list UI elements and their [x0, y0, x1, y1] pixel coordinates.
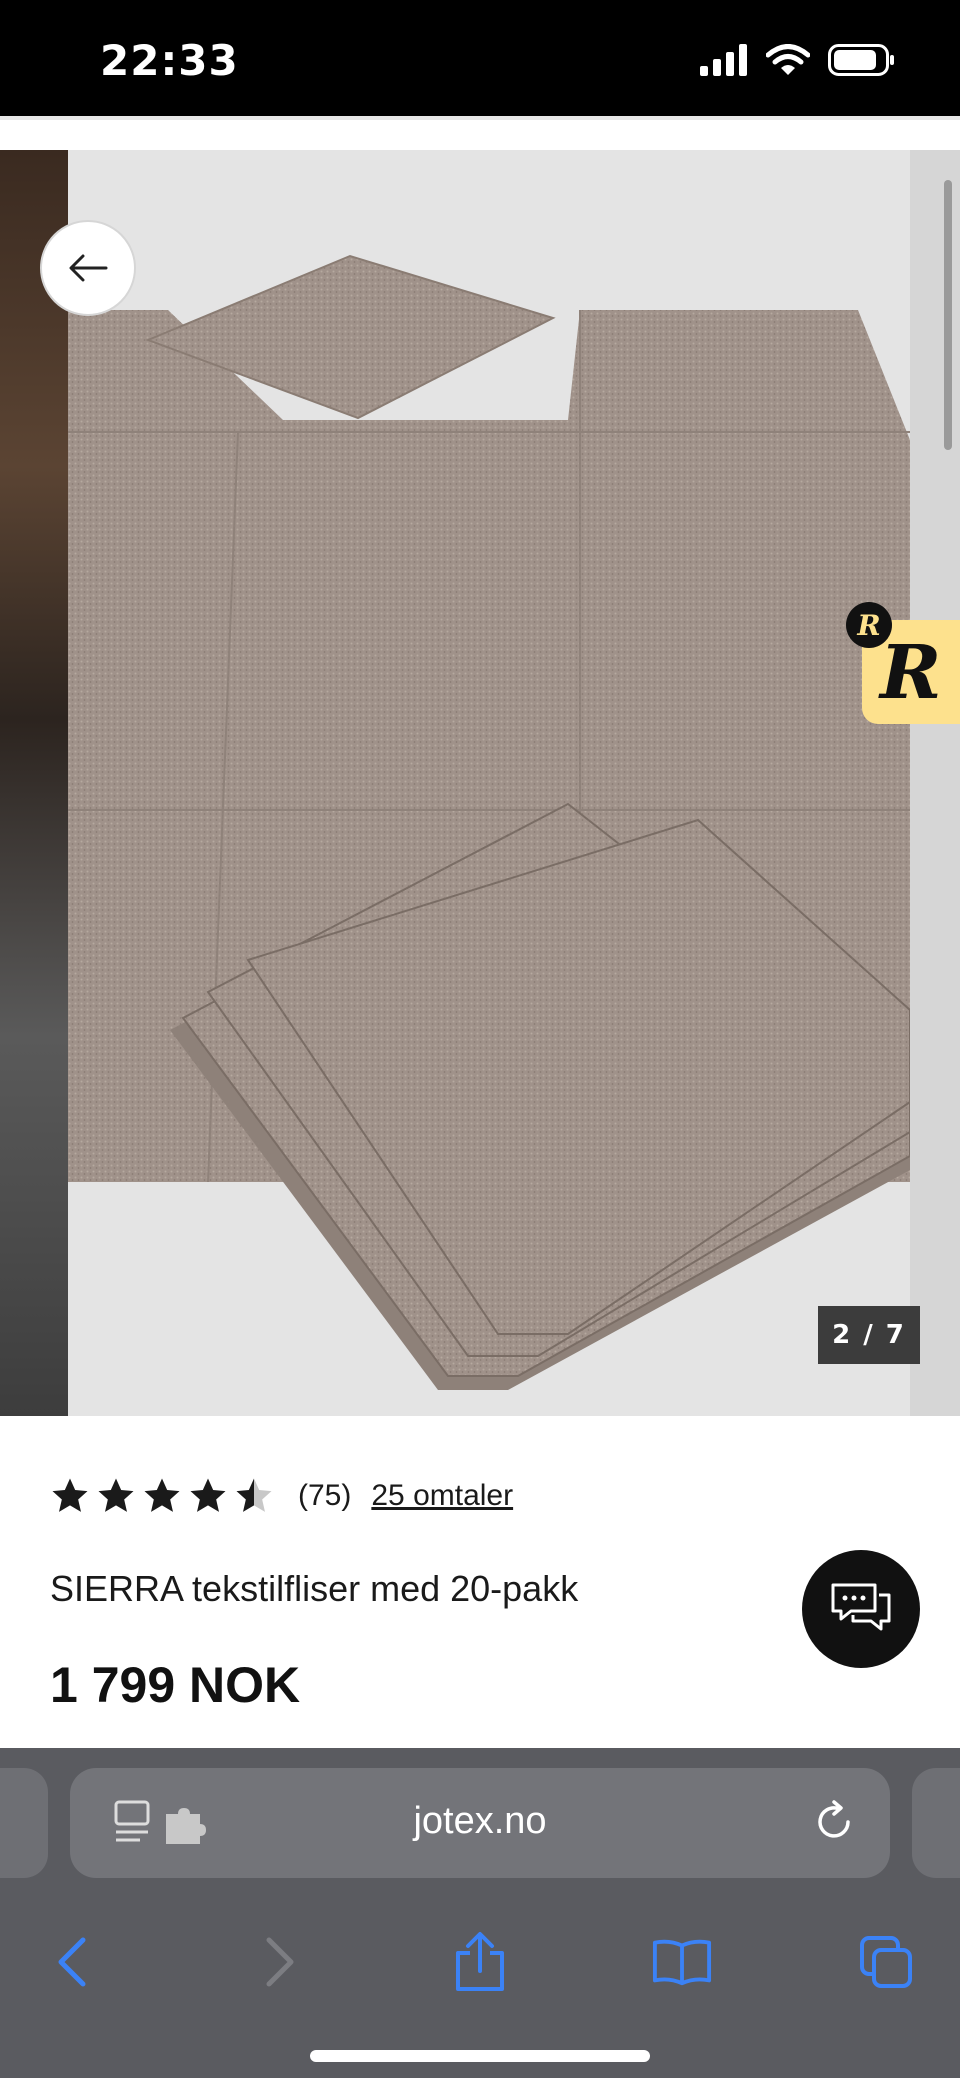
next-tab-peek[interactable] — [912, 1768, 960, 1878]
back-nav-button[interactable] — [42, 1932, 102, 1992]
product-image[interactable] — [68, 150, 910, 1416]
star-rating — [50, 1476, 274, 1516]
forward-nav-button[interactable] — [250, 1932, 310, 1992]
chat-button[interactable] — [802, 1550, 920, 1668]
rating-count: (75) — [298, 1479, 352, 1512]
product-title: SIERRA tekstilfliser med 20-pakk — [50, 1568, 579, 1609]
page-top-strip — [0, 116, 960, 150]
home-indicator[interactable] — [310, 2050, 650, 2062]
product-image-gallery[interactable]: R R 2 / 7 — [0, 150, 960, 1416]
reload-icon[interactable] — [810, 1798, 858, 1846]
back-button[interactable] — [40, 220, 136, 316]
chevron-right-icon — [266, 1937, 294, 1987]
scroll-indicator[interactable] — [944, 180, 952, 450]
star-icon — [98, 1478, 134, 1512]
signal-icon — [700, 44, 747, 76]
chevron-left-icon — [58, 1937, 86, 1987]
browser-bottom-bar: jotex.no — [0, 1748, 960, 2078]
status-icons — [700, 44, 896, 76]
reviews-link[interactable]: 25 omtaler — [371, 1479, 513, 1513]
star-icon — [52, 1478, 88, 1512]
tabs-icon — [860, 1936, 912, 1988]
wifi-icon — [766, 44, 810, 75]
arrow-left-icon — [69, 254, 108, 282]
battery-icon — [828, 44, 894, 76]
web-page: R R 2 / 7 (75) 25 omtaler SIERRA tekstil… — [0, 116, 960, 1748]
share-button[interactable] — [450, 1932, 510, 1992]
previous-tab-peek[interactable] — [0, 1768, 48, 1878]
address-bar[interactable]: jotex.no — [70, 1768, 890, 1878]
image-counter: 2 / 7 — [818, 1306, 920, 1364]
tabs-button[interactable] — [856, 1932, 916, 1992]
browser-toolbar — [0, 1908, 960, 2008]
star-icon — [190, 1478, 226, 1512]
product-price: 1 799 NOK — [50, 1657, 301, 1713]
previous-image-peek[interactable] — [0, 150, 68, 1416]
book-icon — [652, 1939, 712, 1986]
next-image-peek[interactable] — [910, 150, 960, 1416]
bookmarks-button[interactable] — [652, 1932, 712, 1992]
share-icon — [456, 1932, 504, 1991]
url-text: jotex.no — [413, 1800, 547, 1842]
rewards-badge-logo: R — [880, 630, 942, 716]
status-time: 22:33 — [100, 36, 239, 85]
status-bar: 22:33 — [0, 0, 960, 116]
chat-icon — [831, 1583, 891, 1631]
star-icon — [144, 1478, 180, 1512]
rating-row: (75) 25 omtaler — [50, 1476, 513, 1516]
star-half-icon — [236, 1478, 272, 1512]
